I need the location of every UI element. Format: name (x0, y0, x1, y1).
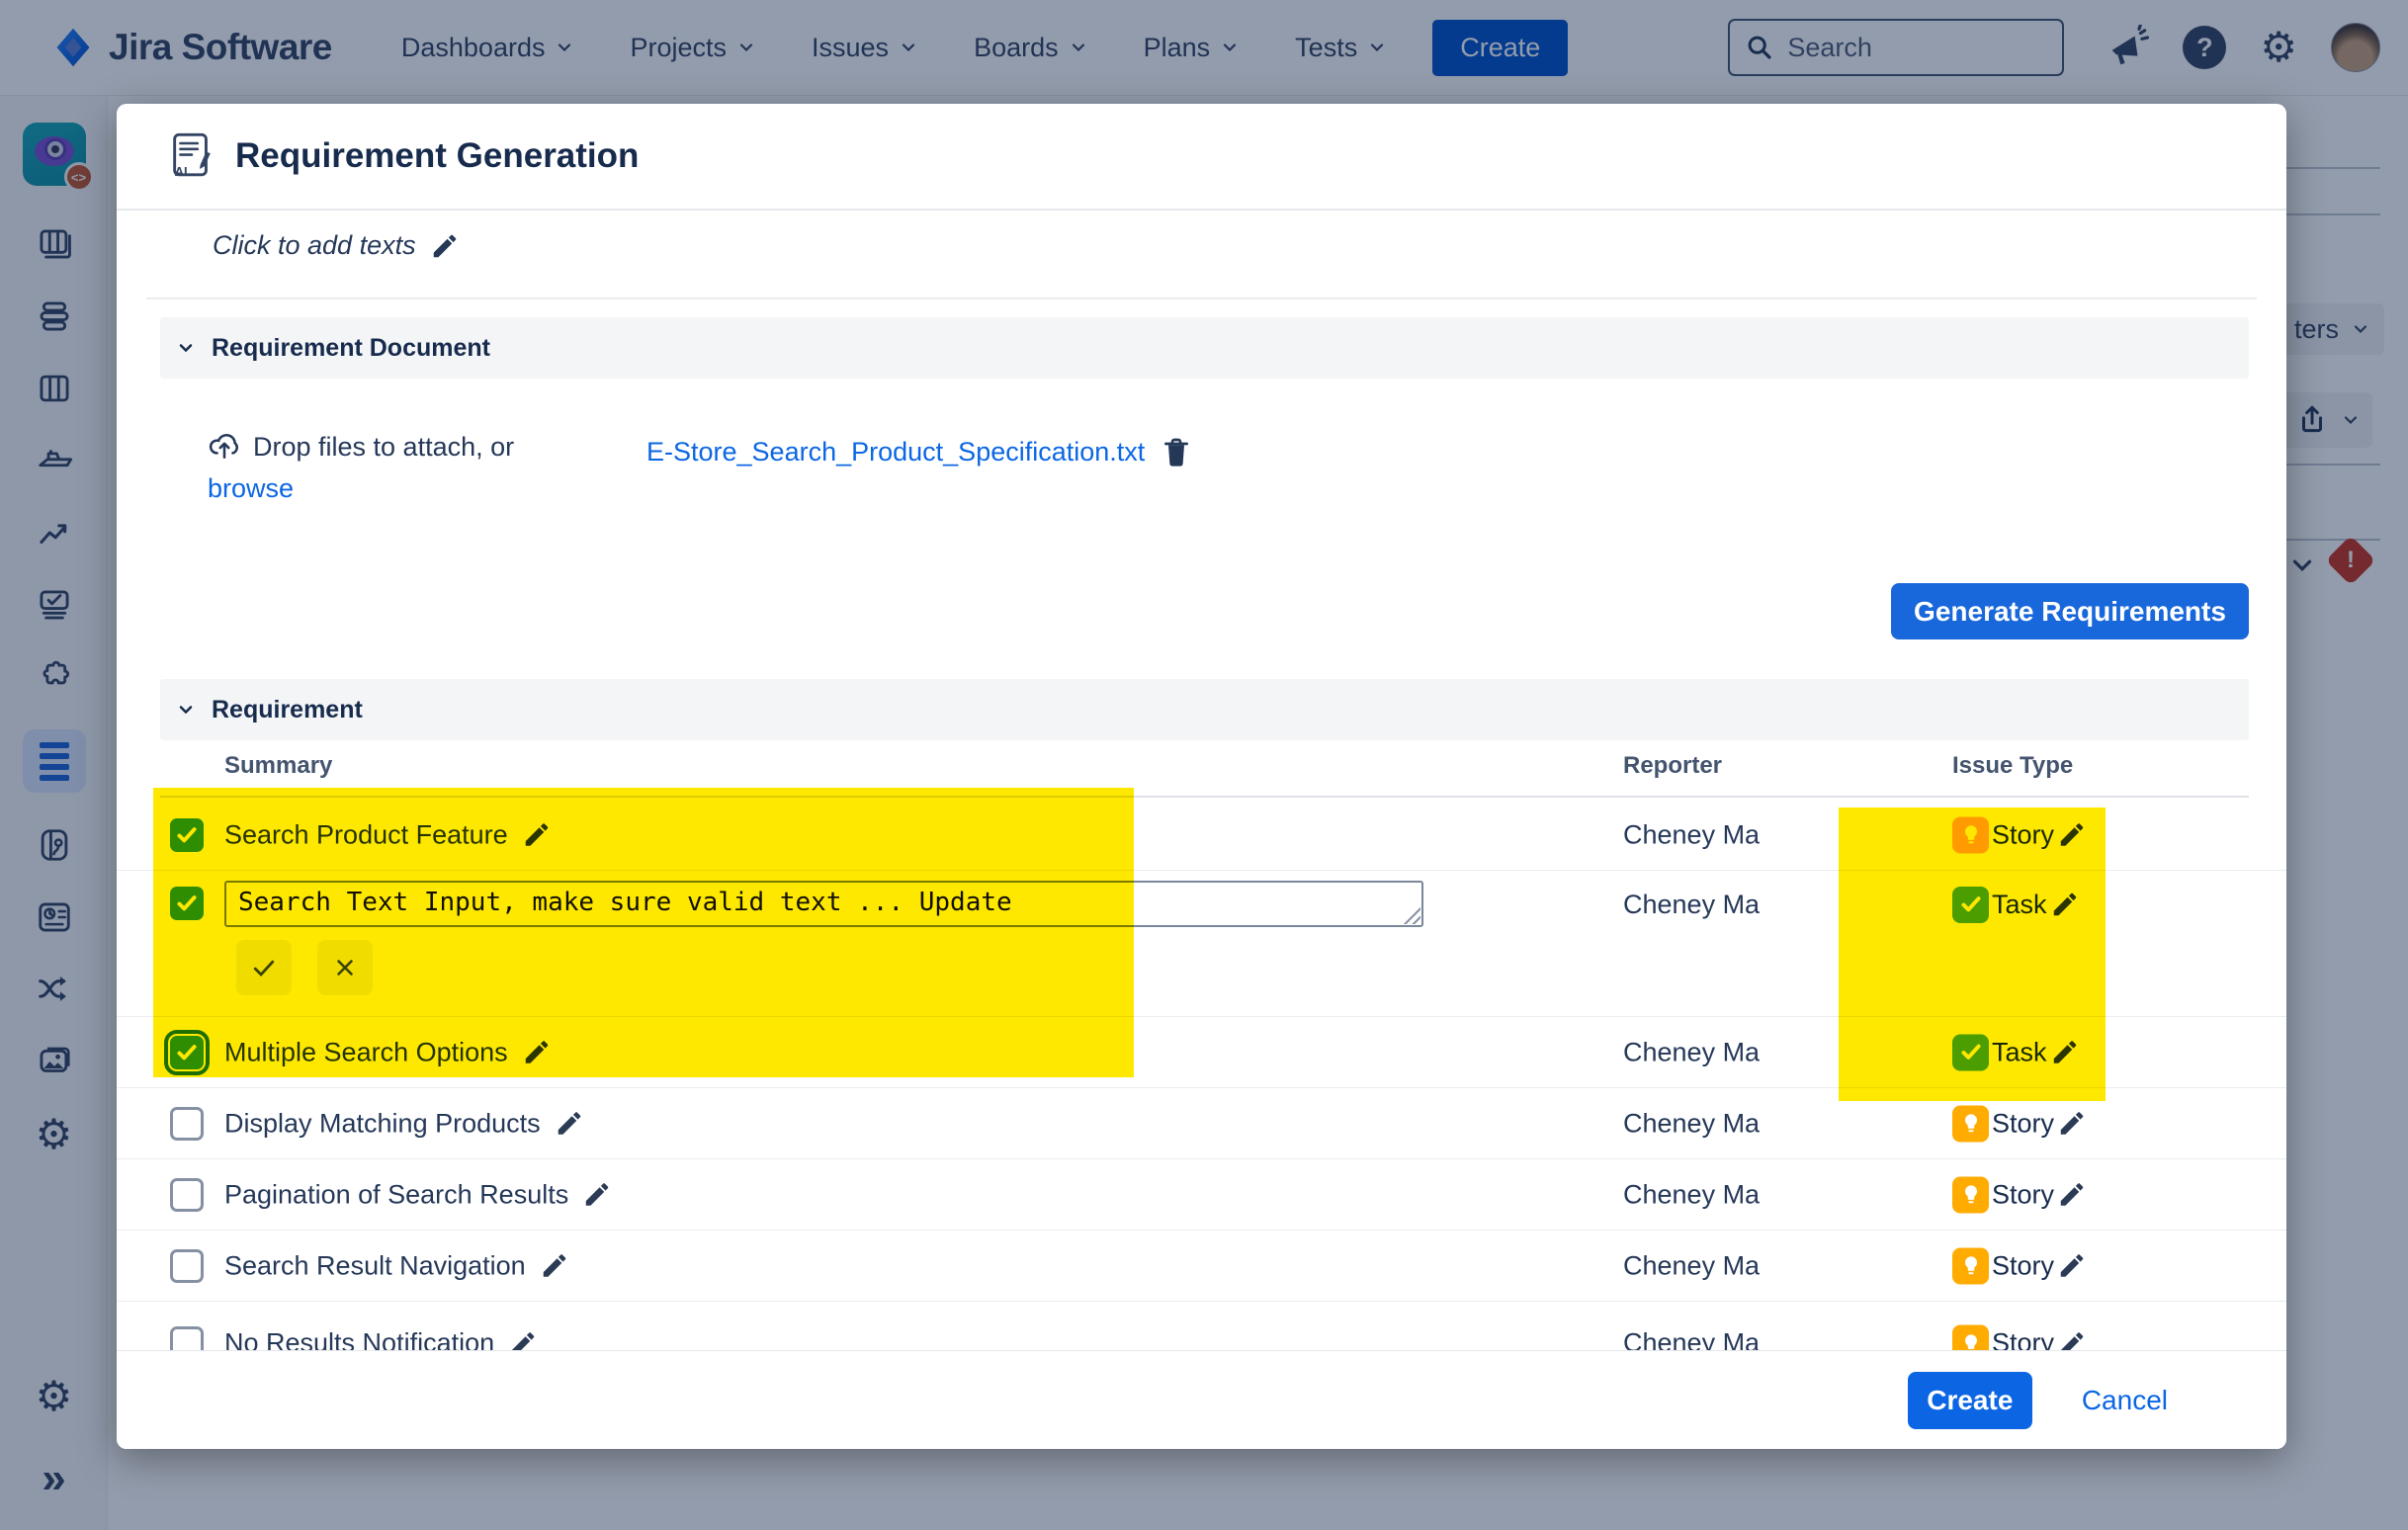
requirements-table-body: Search Product Feature Cheney Ma Story Chen… (117, 800, 2286, 1386)
trash-icon[interactable] (1161, 436, 1192, 468)
pencil-icon[interactable] (2057, 1180, 2087, 1210)
check-icon (1958, 1040, 1984, 1065)
pencil-icon[interactable] (2050, 1038, 2080, 1067)
pencil-icon[interactable] (522, 820, 552, 850)
issue-type-cell: Task (1952, 883, 2080, 926)
issue-type-cell: Task (1952, 1034, 2080, 1070)
divider (146, 298, 2257, 299)
story-bulb-icon (1958, 1253, 1984, 1279)
summary-text: Display Matching Products (224, 1108, 541, 1139)
cancel-edit-button[interactable] (317, 940, 373, 995)
summary-edit-input[interactable] (224, 881, 1423, 927)
pencil-icon[interactable] (2050, 890, 2080, 919)
column-header-issue-type: Issue Type (1952, 752, 2073, 780)
row-checkbox[interactable] (170, 1036, 204, 1069)
summary-text: Multiple Search Options (224, 1037, 508, 1067)
pencil-icon[interactable] (522, 1038, 552, 1067)
attached-file: E-Store_Search_Product_Specification.txt (646, 436, 1192, 468)
pencil-icon[interactable] (582, 1180, 612, 1210)
issue-type-label: Story (1992, 819, 2054, 850)
cancel-button[interactable]: Cancel (2082, 1385, 2168, 1416)
issue-type-label: Story (1992, 1108, 2054, 1139)
story-type-icon (1952, 1176, 1989, 1213)
dialog-title: Requirement Generation (235, 136, 639, 176)
edit-actions (236, 940, 373, 995)
section-requirement-document[interactable]: Requirement Document (160, 317, 2249, 379)
chevron-down-icon (176, 700, 196, 720)
requirement-generation-dialog: AI Requirement Generation Click to add t… (117, 104, 2286, 1449)
pencil-icon[interactable] (555, 1109, 584, 1139)
dialog-footer: Create Cancel (117, 1350, 2286, 1449)
summary-cell: Pagination of Search Results (224, 1179, 612, 1210)
confirm-edit-button[interactable] (236, 940, 292, 995)
check-icon (174, 1040, 200, 1065)
pencil-icon[interactable] (2057, 1251, 2087, 1281)
task-type-icon (1952, 887, 1989, 923)
requirements-table-header: Summary Reporter Issue Type (160, 744, 2249, 798)
pencil-icon[interactable] (2057, 820, 2087, 850)
task-type-icon (1952, 1034, 1989, 1070)
story-bulb-icon (1958, 822, 1984, 848)
check-icon (1958, 892, 1984, 917)
story-type-icon (1952, 816, 1989, 853)
summary-edit-field (224, 881, 1423, 927)
story-bulb-icon (1958, 1111, 1984, 1137)
issue-type-label: Story (1992, 1250, 2054, 1281)
issue-type-label: Task (1992, 1037, 2047, 1067)
chevron-down-icon (176, 338, 196, 358)
reporter-cell: Cheney Ma (1623, 883, 1760, 926)
story-type-icon (1952, 1247, 1989, 1284)
column-header-reporter: Reporter (1623, 752, 1722, 780)
reporter-cell: Cheney Ma (1623, 1108, 1760, 1139)
column-header-summary: Summary (224, 752, 332, 780)
dialog-header: AI Requirement Generation (117, 104, 2286, 211)
reporter-cell: Cheney Ma (1623, 1250, 1760, 1281)
requirement-row: Search Result Navigation Cheney Ma Story (117, 1231, 2286, 1302)
row-checkbox[interactable] (170, 1249, 204, 1283)
requirement-row: Cheney Ma Task (117, 871, 2286, 1017)
issue-type-cell: Story (1952, 1176, 2087, 1213)
row-checkbox[interactable] (170, 818, 204, 852)
requirement-row: Pagination of Search Results Cheney Ma Sto… (117, 1159, 2286, 1231)
requirement-row: Multiple Search Options Cheney Ma Task (117, 1017, 2286, 1088)
svg-text:AI: AI (175, 164, 188, 179)
reporter-cell: Cheney Ma (1623, 1037, 1760, 1067)
summary-cell: Search Result Navigation (224, 1250, 569, 1281)
issue-type-label: Task (1992, 883, 2047, 926)
create-button[interactable]: Create (1908, 1372, 2032, 1429)
row-checkbox[interactable] (170, 1107, 204, 1141)
check-icon (174, 891, 200, 916)
summary-cell: Multiple Search Options (224, 1037, 552, 1067)
section-requirement[interactable]: Requirement (160, 679, 2249, 740)
generate-requirements-button[interactable]: Generate Requirements (1891, 583, 2249, 639)
pencil-icon (430, 231, 460, 261)
issue-type-label: Story (1992, 1179, 2054, 1210)
upload-cloud-icon (208, 430, 241, 464)
attach-dropzone[interactable]: Drop files to attach, or browse (208, 430, 603, 504)
row-checkbox[interactable] (170, 887, 204, 920)
summary-cell: Search Product Feature (224, 819, 552, 850)
requirement-row: Search Product Feature Cheney Ma Story (117, 800, 2286, 871)
summary-text: Search Result Navigation (224, 1250, 526, 1281)
requirement-row: Display Matching Products Cheney Ma Story (117, 1088, 2286, 1159)
browse-link[interactable]: browse (208, 473, 294, 504)
ai-document-icon: AI (166, 130, 217, 182)
application-window: Jira Software Dashboards Projects Issues… (0, 0, 2408, 1530)
issue-type-cell: Story (1952, 1105, 2087, 1142)
add-text-placeholder[interactable]: Click to add texts (213, 230, 460, 261)
pencil-icon[interactable] (540, 1251, 569, 1281)
pencil-icon[interactable] (2057, 1109, 2087, 1139)
story-type-icon (1952, 1105, 1989, 1142)
reporter-cell: Cheney Ma (1623, 1179, 1760, 1210)
summary-cell: Display Matching Products (224, 1108, 584, 1139)
issue-type-cell: Story (1952, 816, 2087, 853)
check-icon (174, 822, 200, 848)
summary-text: Search Product Feature (224, 819, 508, 850)
reporter-cell: Cheney Ma (1623, 819, 1760, 850)
summary-text: Pagination of Search Results (224, 1179, 568, 1210)
attached-file-link[interactable]: E-Store_Search_Product_Specification.txt (646, 437, 1145, 468)
story-bulb-icon (1958, 1182, 1984, 1208)
issue-type-cell: Story (1952, 1247, 2087, 1284)
row-checkbox[interactable] (170, 1178, 204, 1212)
